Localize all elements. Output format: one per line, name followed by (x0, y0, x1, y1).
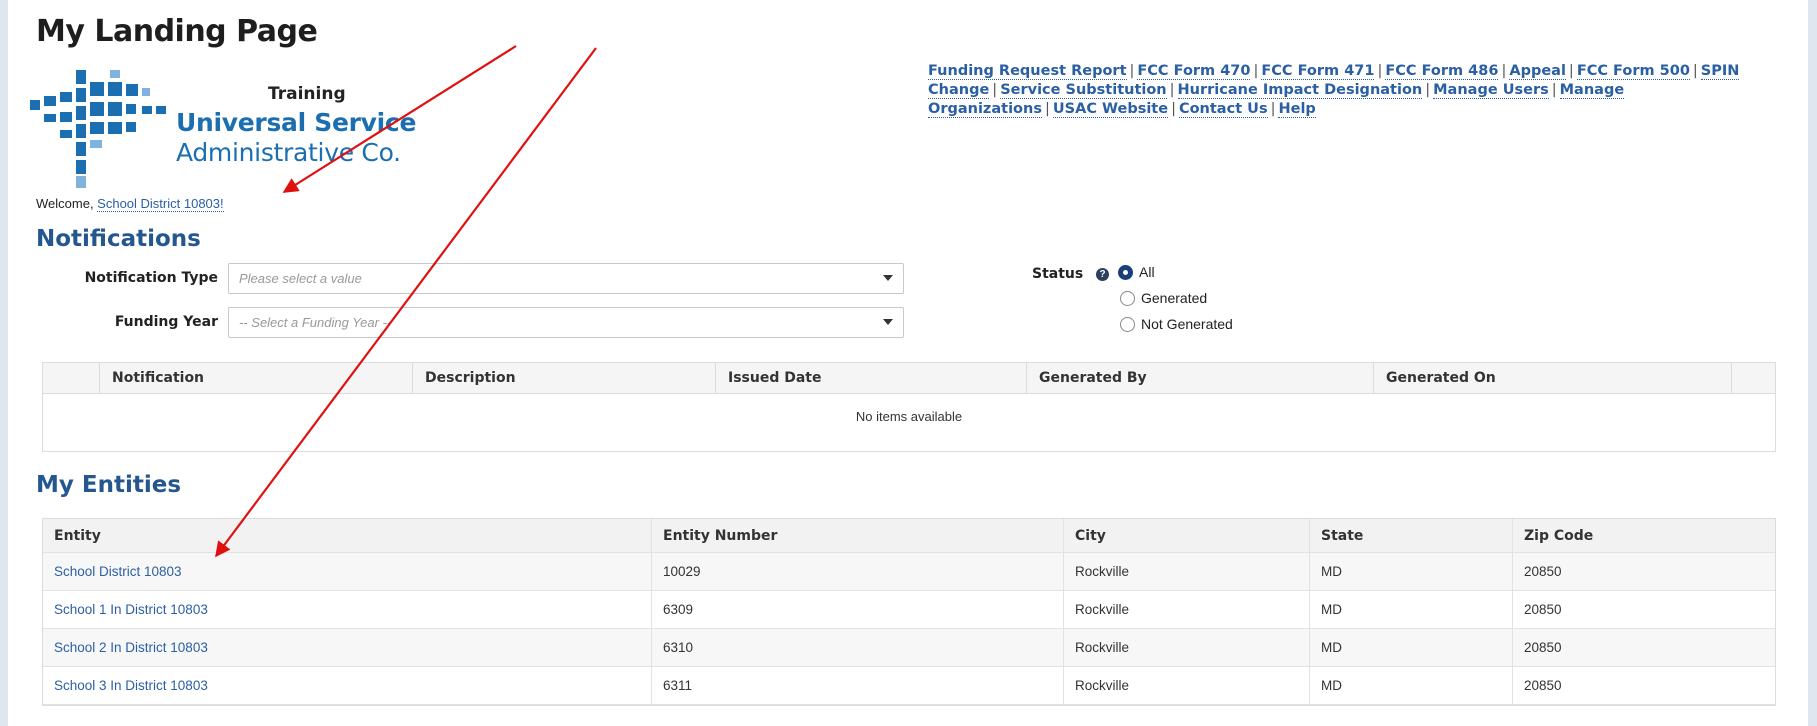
welcome-user-link[interactable]: School District 10803! (97, 196, 224, 212)
funding-year-select[interactable]: -- Select a Funding Year -- (228, 307, 904, 338)
funding-year-placeholder: -- Select a Funding Year -- (239, 315, 392, 330)
entity-number-cell: 6311 (651, 667, 1063, 704)
nav-link-funding-request-report[interactable]: Funding Request Report (928, 63, 1127, 80)
city-cell: Rockville (1063, 629, 1309, 666)
radio-icon[interactable] (1120, 290, 1135, 306)
column-header-state[interactable]: State (1309, 519, 1512, 552)
nav-link-hurricane-impact-designation[interactable]: Hurricane Impact Designation (1177, 82, 1423, 99)
nav-link-fcc-form-500[interactable]: FCC Form 500 (1576, 63, 1690, 80)
column-header-notification[interactable]: Notification (99, 363, 412, 393)
status-option-label: Generated (1141, 290, 1208, 306)
city-cell: Rockville (1063, 667, 1309, 704)
chevron-down-icon (883, 275, 893, 281)
zip-cell: 20850 (1512, 553, 1775, 590)
column-header-entity[interactable]: Entity (43, 519, 651, 552)
nav-link-service-substitution[interactable]: Service Substitution (1000, 82, 1167, 99)
logo-wordmark-line2: Administrative Co. (176, 138, 401, 167)
nav-link-contact-us[interactable]: Contact Us (1178, 101, 1268, 118)
status-radio-not-generated[interactable]: Not Generated (1120, 316, 1233, 332)
column-header-spacer (1731, 363, 1777, 393)
entities-table: Entity Entity Number City State Zip Code… (42, 518, 1776, 706)
welcome-message: Welcome, School District 10803! (36, 196, 224, 212)
nav-link-fcc-form-486[interactable]: FCC Form 486 (1385, 63, 1499, 80)
state-cell: MD (1309, 591, 1512, 628)
entity-link[interactable]: School 2 In District 10803 (43, 629, 651, 666)
landing-page: My Landing Page Training Universal Servi… (8, 0, 1808, 726)
state-cell: MD (1309, 553, 1512, 590)
table-row: School 1 In District 10803 6309 Rockvill… (43, 591, 1775, 629)
funding-year-label: Funding Year (114, 314, 218, 330)
logo-wordmark-line1: Universal Service (176, 108, 417, 137)
column-header-generated-by[interactable]: Generated By (1026, 363, 1373, 393)
table-row: School 2 In District 10803 6310 Rockvill… (43, 629, 1775, 667)
zip-cell: 20850 (1512, 591, 1775, 628)
notifications-title: Notifications (36, 226, 201, 252)
status-option-label: All (1139, 264, 1155, 280)
notification-type-select[interactable]: Please select a value (228, 263, 904, 294)
logo-training-label: Training (268, 84, 346, 104)
city-cell: Rockville (1063, 553, 1309, 590)
welcome-prefix: Welcome, (36, 196, 98, 211)
nav-link-appeal[interactable]: Appeal (1509, 63, 1566, 80)
state-cell: MD (1309, 667, 1512, 704)
status-label: Status (1032, 266, 1084, 282)
notifications-table: Notification Description Issued Date Gen… (42, 362, 1776, 452)
notification-type-label: Notification Type (84, 270, 218, 286)
entity-link[interactable]: School District 10803 (43, 553, 651, 590)
nav-link-help[interactable]: Help (1278, 101, 1316, 118)
column-header-zip-code[interactable]: Zip Code (1512, 519, 1775, 552)
table-row: School District 10803 10029 Rockville MD… (43, 553, 1775, 591)
entity-number-cell: 6309 (651, 591, 1063, 628)
help-icon[interactable]: ? (1096, 268, 1109, 281)
chevron-down-icon (883, 319, 893, 325)
entity-number-cell: 6310 (651, 629, 1063, 666)
empty-state-text: No items available (855, 409, 963, 424)
entities-table-header: Entity Entity Number City State Zip Code (43, 519, 1775, 553)
table-row: School 3 In District 10803 6311 Rockvill… (43, 667, 1775, 705)
column-header-entity-number[interactable]: Entity Number (651, 519, 1063, 552)
status-radio-generated[interactable]: Generated (1120, 290, 1207, 306)
status-option-label: Not Generated (1141, 316, 1233, 332)
column-header-description[interactable]: Description (412, 363, 715, 393)
zip-cell: 20850 (1512, 667, 1775, 704)
column-header-generated-on[interactable]: Generated On (1373, 363, 1731, 393)
nav-link-manage-users[interactable]: Manage Users (1433, 82, 1549, 99)
nav-link-fcc-form-471[interactable]: FCC Form 471 (1261, 63, 1375, 80)
page-title: My Landing Page (36, 14, 318, 49)
top-nav-links: Funding Request Report | FCC Form 470 | FCC … (928, 63, 1740, 118)
nav-link-usac-website[interactable]: USAC Website (1052, 101, 1169, 118)
city-cell: Rockville (1063, 591, 1309, 628)
my-entities-title: My Entities (36, 472, 182, 498)
state-cell: MD (1309, 629, 1512, 666)
notifications-table-header: Notification Description Issued Date Gen… (43, 363, 1775, 394)
radio-icon[interactable] (1120, 316, 1135, 332)
radio-selected-icon[interactable] (1118, 264, 1133, 280)
entity-link[interactable]: School 1 In District 10803 (43, 591, 651, 628)
column-header-issued-date[interactable]: Issued Date (715, 363, 1026, 393)
nav-link-fcc-form-470[interactable]: FCC Form 470 (1137, 63, 1251, 80)
notification-type-placeholder: Please select a value (239, 271, 362, 286)
zip-cell: 20850 (1512, 629, 1775, 666)
status-radio-all[interactable]: All (1118, 264, 1155, 280)
column-header-city[interactable]: City (1063, 519, 1309, 552)
entity-number-cell: 10029 (651, 553, 1063, 590)
entity-link[interactable]: School 3 In District 10803 (43, 667, 651, 704)
